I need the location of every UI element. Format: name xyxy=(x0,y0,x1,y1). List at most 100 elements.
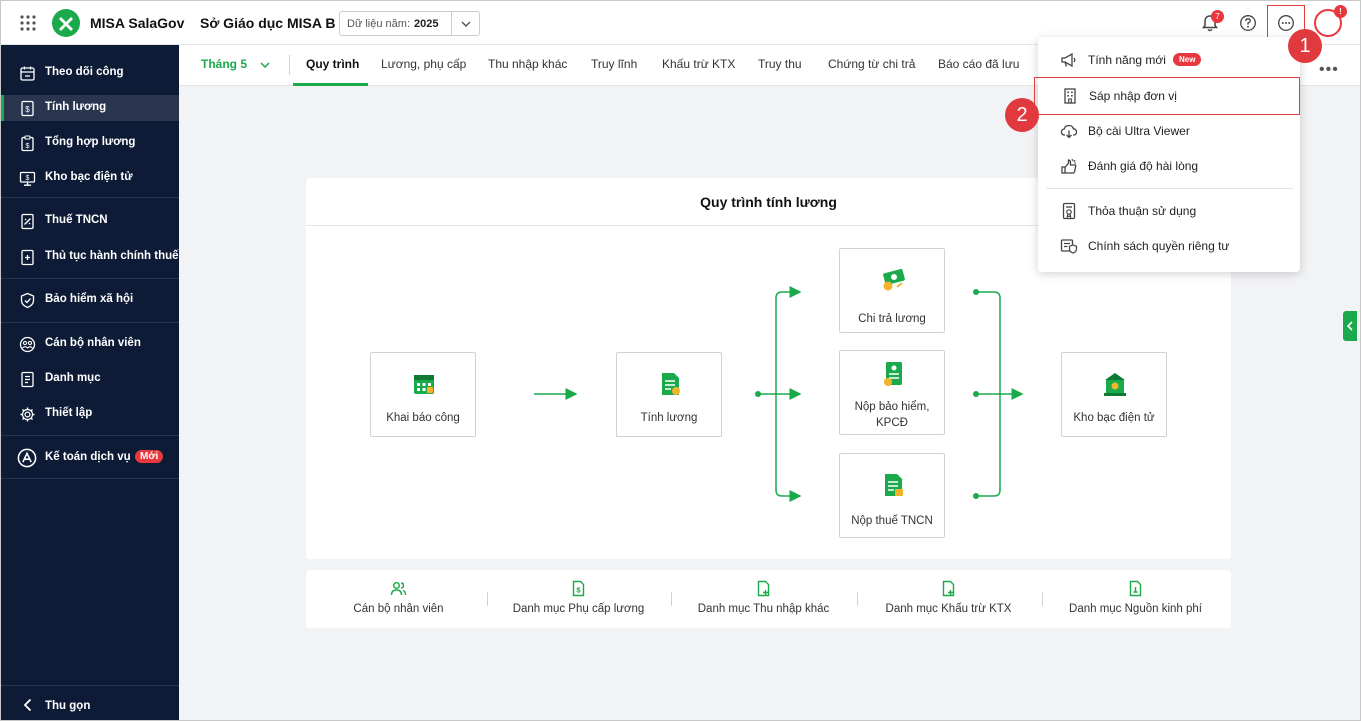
node-label: Tính lương xyxy=(640,412,698,424)
insurance-icon xyxy=(20,292,35,309)
chevron-down-icon[interactable] xyxy=(259,59,271,71)
chevron-left-icon xyxy=(1346,321,1353,331)
sidebar-item-tong-hop-luong[interactable]: $ Tổng hợp lương xyxy=(1,130,179,156)
shortcut-can-bo-nhan-vien[interactable]: Cán bộ nhân viên xyxy=(306,570,491,628)
shortcut-label: Danh mục Phụ cấp lương xyxy=(512,603,645,615)
more-options-menu: Tính năng mới New Sáp nhập đơn vị Bộ cài… xyxy=(1034,37,1300,272)
payroll-doc-icon xyxy=(662,373,680,395)
node-tinh-luong[interactable]: Tính lương xyxy=(616,352,722,437)
tab-chung-tu-chi-tra[interactable]: Chứng từ chi trả xyxy=(828,57,915,71)
sidebar-divider xyxy=(1,278,179,279)
menu-item-danh-gia-do-hai-long[interactable]: Đánh giá độ hài lòng xyxy=(1038,148,1300,183)
menu-item-chinh-sach-quyen-rieng-tu[interactable]: Chính sách quyền riêng tư xyxy=(1038,228,1300,263)
sidebar-item-label: Thuế TNCN xyxy=(45,214,108,226)
menu-item-bo-cai-ultra-viewer[interactable]: Bộ cài Ultra Viewer xyxy=(1038,113,1300,148)
shortcut-danh-muc-khau-tru-ktx[interactable]: Danh mục Khấu trừ KTX xyxy=(856,570,1041,628)
tab-quy-trinh[interactable]: Quy trình xyxy=(306,57,359,71)
sidebar-item-ke-toan-dich-vu[interactable]: Kế toán dịch vụ Mới xyxy=(1,445,179,471)
sidebar-divider xyxy=(1,322,179,323)
sidebar-item-label: Tính lương xyxy=(45,101,107,113)
shortcut-label: Danh mục Khấu trừ KTX xyxy=(885,603,1012,615)
tabs-more-button[interactable]: ••• xyxy=(1319,61,1339,79)
sidebar-item-thue-tncn[interactable]: Thuế TNCN xyxy=(1,208,179,234)
new-badge: New xyxy=(1173,53,1202,66)
collapse-label: Thu gọn xyxy=(45,700,91,712)
sidebar-item-tinh-luong[interactable]: $ Tính lương xyxy=(1,95,179,121)
node-nop-bao-hiem[interactable]: Nộp bảo hiểm, KPCĐ xyxy=(839,350,945,435)
sidebar-collapse-button[interactable]: Thu gọn xyxy=(1,685,179,720)
sidebar-item-thiet-lap[interactable]: Thiết lập xyxy=(1,401,179,427)
sidebar-item-danh-muc[interactable]: Danh mục xyxy=(1,366,179,392)
notification-count: 7 xyxy=(1211,10,1224,23)
app-window: MISA SalaGov Sở Giáo dục MISA B Dữ liệu … xyxy=(0,0,1361,721)
agreement-icon xyxy=(1062,202,1076,220)
sidebar-item-label: Tổng hợp lương xyxy=(45,136,136,148)
menu-item-tinh-nang-moi[interactable]: Tính năng mới New xyxy=(1038,42,1300,77)
sidebar-item-theo-doi-cong[interactable]: Theo dõi công xyxy=(1,60,179,86)
sidebar-item-thu-tuc-hanh-chinh-thue[interactable]: Thủ tục hành chính thuế xyxy=(1,244,179,270)
chevron-down-icon[interactable] xyxy=(451,12,479,35)
sidebar-item-bao-hiem-xa-hoi[interactable]: Bảo hiểm xã hội xyxy=(1,287,179,313)
shortcut-label: Cán bộ nhân viên xyxy=(353,603,444,615)
step-badge-2: 2 xyxy=(1005,98,1039,132)
right-panel-toggle[interactable] xyxy=(1343,311,1357,341)
tab-truy-thu[interactable]: Truy thu xyxy=(758,57,802,71)
apps-grid-icon[interactable] xyxy=(19,14,37,32)
node-label: Chi trả lương xyxy=(858,313,926,325)
more-dots-icon xyxy=(1278,14,1294,31)
shortcut-danh-muc-phu-cap-luong[interactable]: $ Danh mục Phụ cấp lương xyxy=(486,570,671,628)
org-name: Sở Giáo dục MISA B xyxy=(200,15,336,31)
svg-text:$: $ xyxy=(25,141,30,150)
tab-thu-nhap-khac[interactable]: Thu nhập khác xyxy=(488,57,567,71)
sidebar-item-label: Kế toán dịch vụ xyxy=(45,451,131,463)
sidebar-item-kho-bac-dien-tu[interactable]: $ Kho bạc điện tử xyxy=(1,165,179,191)
menu-item-label: Đánh giá độ hài lòng xyxy=(1088,159,1199,173)
tax-icon xyxy=(21,213,34,230)
sidebar-item-label: Thiết lập xyxy=(45,407,93,419)
node-kho-bac-dien-tu[interactable]: Kho bạc điện tử xyxy=(1061,352,1167,437)
help-icon[interactable] xyxy=(1239,14,1257,32)
menu-item-label: Bộ cài Ultra Viewer xyxy=(1088,124,1190,138)
node-label: Khai báo công xyxy=(386,412,460,424)
menu-item-label: Tính năng mới xyxy=(1088,53,1166,67)
step-badge-1: 1 xyxy=(1288,29,1322,63)
sidebar-item-can-bo-nhan-vien[interactable]: Cán bộ nhân viên xyxy=(1,331,179,357)
sidebar-item-label: Kho bạc điện tử xyxy=(45,171,133,183)
tab-khau-tru-ktx[interactable]: Khấu trừ KTX xyxy=(662,57,735,71)
tab-separator xyxy=(289,55,290,75)
gear-icon xyxy=(20,407,35,422)
menu-item-sap-nhap-don-vi[interactable]: Sáp nhập đơn vị xyxy=(1034,77,1300,115)
bank-icon xyxy=(1104,373,1126,396)
shortcut-bar: Cán bộ nhân viên $ Danh mục Phụ cấp lươn… xyxy=(306,570,1231,628)
sidebar: Theo dõi công $ Tính lương $ Tổng hợp lư… xyxy=(1,45,179,720)
allowance-doc-icon: $ xyxy=(572,580,585,597)
rating-icon xyxy=(1061,158,1077,174)
svg-text:$: $ xyxy=(25,105,30,114)
node-khai-bao-cong[interactable]: Khai báo công xyxy=(370,352,476,437)
staff-icon xyxy=(19,336,36,353)
node-chi-tra-luong[interactable]: Chi trả lương xyxy=(839,248,945,333)
menu-item-thoa-thuan-su-dung[interactable]: Thỏa thuận sử dụng xyxy=(1038,193,1300,228)
sidebar-item-label: Cán bộ nhân viên xyxy=(45,337,141,349)
sidebar-item-label: Bảo hiểm xã hội xyxy=(45,293,134,305)
tab-bao-cao-da-luu[interactable]: Báo cáo đã lưu xyxy=(938,57,1019,71)
month-select[interactable]: Tháng 5 xyxy=(201,57,247,71)
cloud-download-icon xyxy=(1060,124,1078,139)
brand-logo xyxy=(52,9,80,37)
shortcut-danh-muc-thu-nhap-khac[interactable]: Danh mục Thu nhập khác xyxy=(671,570,856,628)
sidebar-item-label: Theo dõi công xyxy=(45,66,124,78)
node-nop-thue-tncn[interactable]: Nộp thuế TNCN xyxy=(839,453,945,538)
megaphone-icon xyxy=(1061,52,1076,68)
shortcut-label: Danh mục Thu nhập khác xyxy=(697,603,830,615)
treasury-icon: $ xyxy=(19,171,36,186)
tab-truy-linh[interactable]: Truy lĩnh xyxy=(591,57,637,71)
menu-item-label: Thỏa thuận sử dụng xyxy=(1088,204,1197,218)
calendar-icon xyxy=(414,375,434,394)
income-doc-icon xyxy=(757,580,770,597)
year-select[interactable]: Dữ liệu năm: 2025 xyxy=(339,11,480,36)
sidebar-divider xyxy=(1,197,179,198)
tab-luong-phu-cap[interactable]: Lương, phụ cấp xyxy=(381,57,466,71)
shortcut-danh-muc-nguon-kinh-phi[interactable]: Danh mục Nguồn kinh phí xyxy=(1043,570,1228,628)
sidebar-item-label: Danh mục xyxy=(45,372,101,384)
users-icon xyxy=(390,582,407,596)
